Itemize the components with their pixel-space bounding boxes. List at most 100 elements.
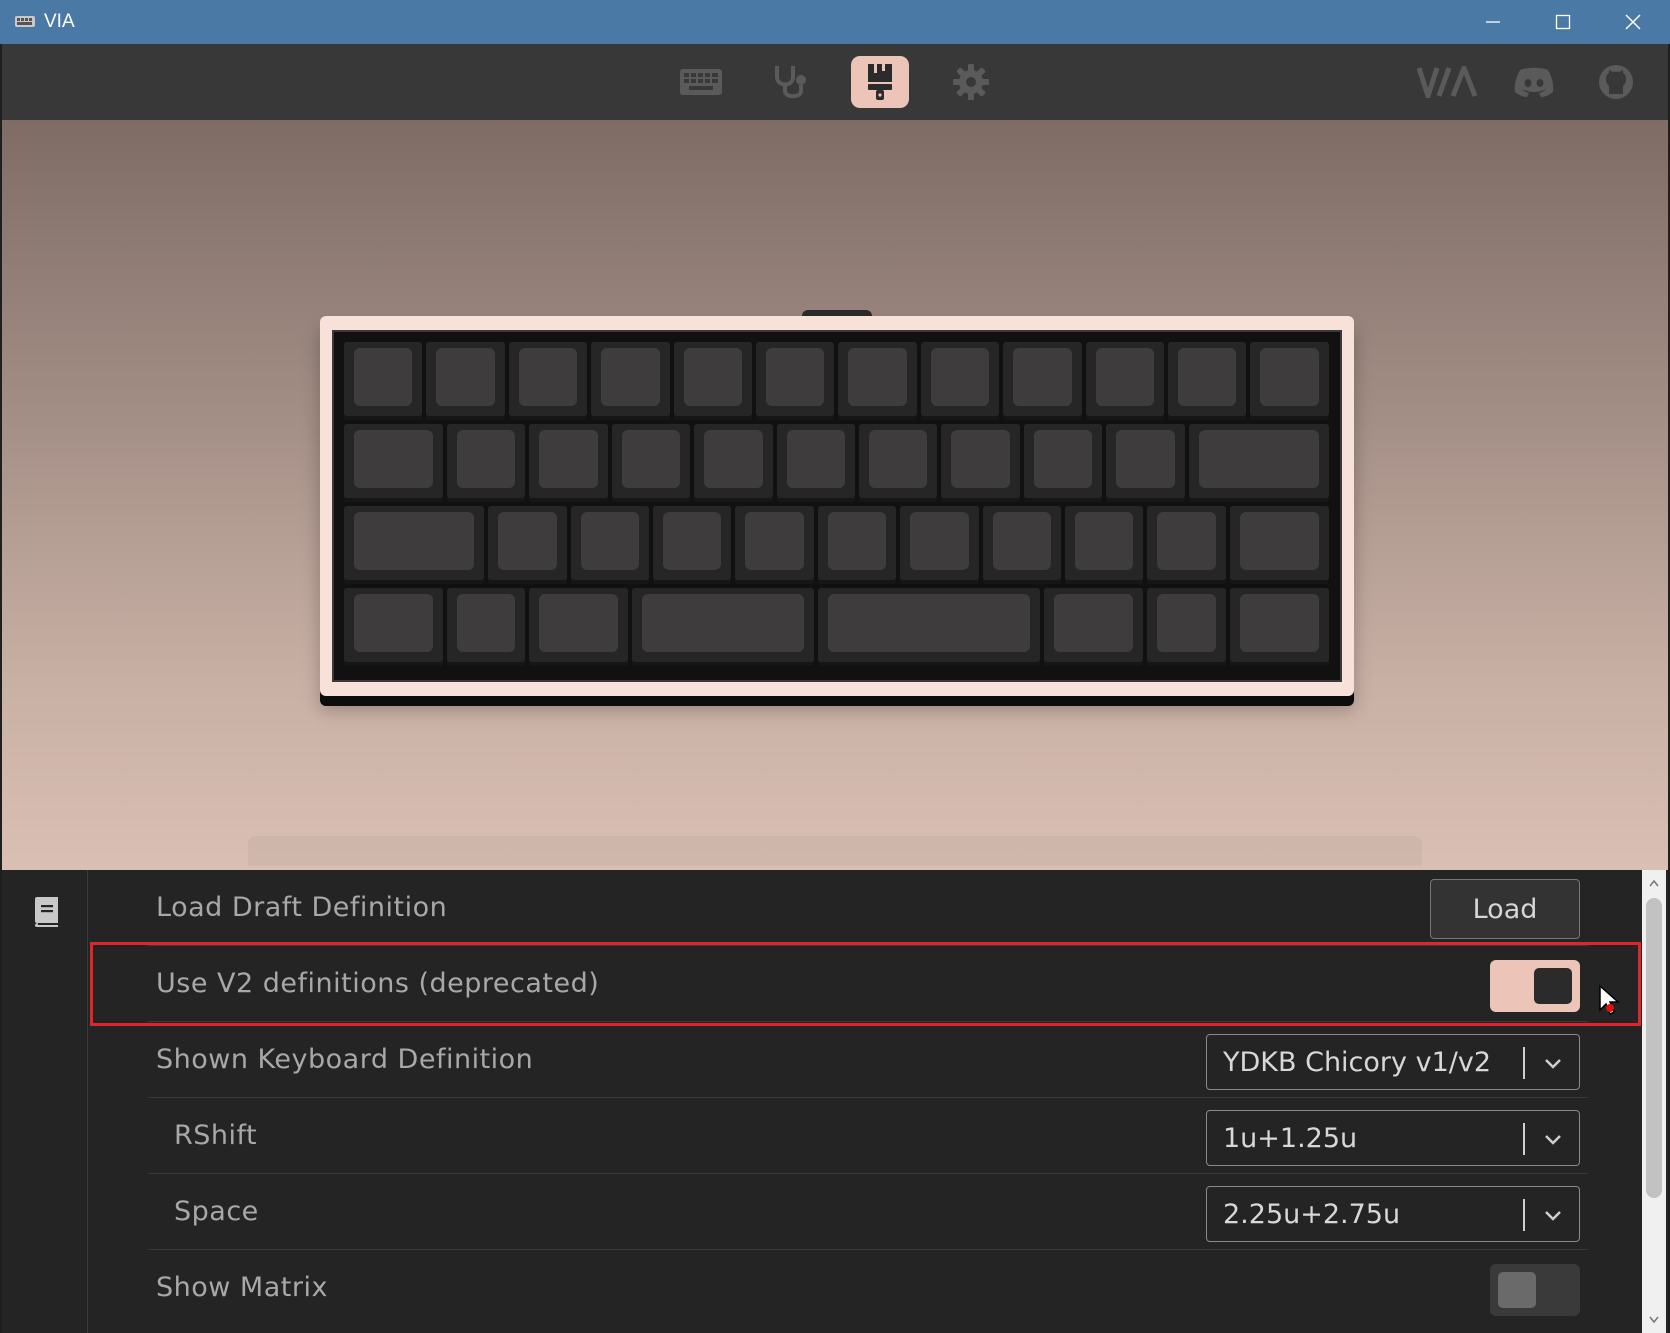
- via-link[interactable]: [1416, 56, 1480, 108]
- select-separator: [1523, 1047, 1525, 1079]
- show-matrix-label: Show Matrix: [156, 1272, 328, 1303]
- load-button[interactable]: Load: [1430, 879, 1580, 939]
- show-matrix-row: Show Matrix: [148, 1250, 1588, 1326]
- rshift-select[interactable]: 1u+1.25u: [1206, 1110, 1580, 1166]
- keyboard-key: [776, 424, 855, 502]
- close-button[interactable]: [1600, 0, 1666, 44]
- keycap-top: [930, 348, 990, 406]
- tab-settings[interactable]: [942, 56, 1000, 108]
- maximize-button[interactable]: [1530, 0, 1596, 44]
- keycap-top: [1239, 512, 1319, 570]
- keycap-top: [354, 594, 433, 652]
- keyboard-key: [920, 342, 1000, 420]
- keycap-top: [539, 430, 598, 488]
- keyboard-key: [817, 506, 897, 584]
- keycap-top: [1178, 348, 1237, 406]
- title-bar: VIA: [0, 0, 1670, 44]
- keyboard-key: [1188, 424, 1329, 502]
- keycap-top: [457, 594, 516, 652]
- keyboard-key: [529, 424, 608, 502]
- keyboard-key: [694, 424, 773, 502]
- keyboard-key: [447, 588, 526, 666]
- keyboard-key: [735, 506, 814, 584]
- keycap-top: [580, 512, 639, 570]
- maximize-icon: [1555, 14, 1571, 30]
- keycap-top: [992, 512, 1051, 570]
- select-value: YDKB Chicory v1/v2: [1223, 1047, 1491, 1078]
- keycap-top: [910, 512, 969, 570]
- keyboard-key: [632, 588, 814, 666]
- keycap-top: [951, 430, 1010, 488]
- keycap-top: [1157, 512, 1216, 570]
- keyboard-key: [1003, 342, 1082, 420]
- shown-definition-select[interactable]: YDKB Chicory v1/v2: [1206, 1034, 1580, 1090]
- scroll-up-icon[interactable]: [1649, 878, 1659, 888]
- close-icon: [1625, 14, 1641, 30]
- keyboard-key: [447, 424, 526, 502]
- keycap-top: [354, 430, 433, 488]
- keycap-top: [457, 430, 516, 488]
- space-select[interactable]: 2.25u+2.75u: [1206, 1186, 1580, 1242]
- scrollbar-thumb[interactable]: [1646, 898, 1662, 1198]
- floor-shadow: [248, 836, 1422, 866]
- keyboard-icon: [680, 69, 722, 95]
- book-icon[interactable]: [32, 896, 60, 928]
- main-toolbar: [2, 44, 1668, 120]
- show-matrix-toggle[interactable]: [1490, 1264, 1580, 1316]
- mouse-cursor-icon: [1599, 984, 1620, 1016]
- keycap-top: [683, 348, 742, 406]
- shown-definition-label: Shown Keyboard Definition: [156, 1044, 534, 1075]
- keyboard-key: [900, 506, 979, 584]
- keyboard-key: [591, 342, 670, 420]
- keycap-top: [1157, 594, 1216, 652]
- minimize-icon: [1486, 21, 1500, 23]
- keycap-top: [354, 512, 475, 570]
- side-menu: [2, 870, 88, 1333]
- keycap-top: [1013, 348, 1072, 406]
- chevron-down-icon[interactable]: [1541, 1203, 1565, 1227]
- chevron-down-icon[interactable]: [1541, 1127, 1565, 1151]
- minimize-button[interactable]: [1460, 0, 1526, 44]
- toggle-thumb: [1498, 1272, 1536, 1308]
- keyboard-key: [817, 588, 1041, 666]
- discord-link[interactable]: [1510, 56, 1558, 108]
- keyboard-key: [529, 588, 629, 666]
- keyboard-key: [1250, 342, 1329, 420]
- tab-test[interactable]: [762, 56, 820, 108]
- keyboard-key: [611, 424, 691, 502]
- vertical-scrollbar[interactable]: [1642, 870, 1666, 1333]
- keycap-top: [1033, 430, 1093, 488]
- github-link[interactable]: [1594, 56, 1638, 108]
- keyboard-key: [1065, 506, 1144, 584]
- load-draft-label: Load Draft Definition: [156, 892, 448, 923]
- tab-configure[interactable]: [672, 56, 730, 108]
- keyboard-plate: [332, 330, 1342, 682]
- keyboard-key: [426, 342, 505, 420]
- keycap-top: [766, 348, 825, 406]
- keyboard-key: [653, 506, 732, 584]
- keyboard-key: [859, 424, 938, 502]
- keycap-top: [663, 512, 722, 570]
- keyboard-key: [344, 506, 485, 584]
- keycap-top: [518, 348, 578, 406]
- discord-icon: [1514, 67, 1554, 97]
- load-draft-row: Load Draft Definition Load: [148, 870, 1588, 946]
- keyboard-key: [488, 506, 567, 584]
- keycap-top: [539, 594, 619, 652]
- keycap-top: [786, 430, 845, 488]
- keyboard-key: [1147, 506, 1226, 584]
- scroll-down-icon[interactable]: [1649, 1315, 1659, 1325]
- keyboard-case: [320, 316, 1354, 696]
- keycap-top: [436, 348, 495, 406]
- keycap-top: [642, 594, 804, 652]
- gear-icon: [953, 64, 989, 100]
- keycap-top: [827, 594, 1031, 652]
- highlight-box: [90, 942, 1641, 1026]
- window-title: VIA: [44, 11, 75, 32]
- keycap-top: [848, 348, 907, 406]
- keyboard-key: [941, 424, 1020, 502]
- chevron-down-icon[interactable]: [1541, 1051, 1565, 1075]
- rshift-label: RShift: [174, 1120, 258, 1151]
- keyboard-key: [344, 424, 443, 502]
- tab-design[interactable]: [851, 56, 909, 108]
